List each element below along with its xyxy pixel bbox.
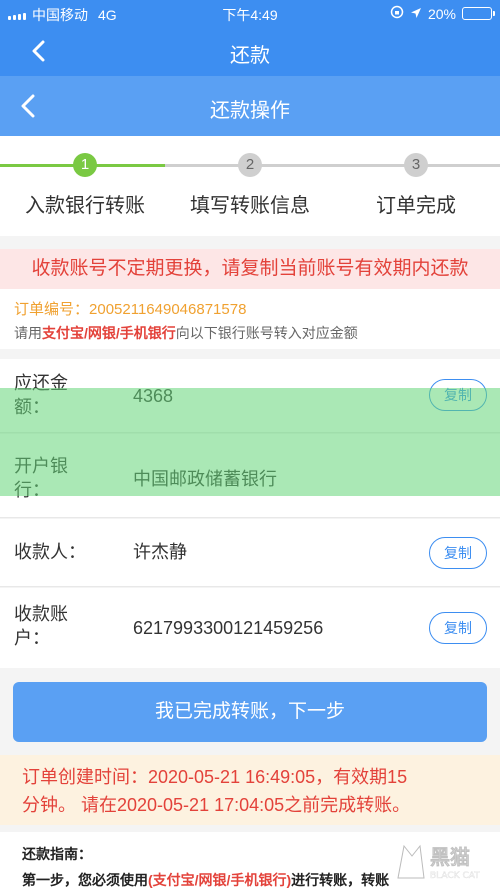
step-indicator: 1 入款银行转账 2 填写转账信息 3 订单完成 [0,136,500,236]
step-label: 入款银行转账 [25,195,145,217]
bank-value: 中国邮政储蓄银行 [133,469,277,489]
hint-suffix: 向以下银行账号转入对应金额 [175,325,358,341]
copy-payee-button[interactable]: 复制 [429,537,487,569]
order-number-label: 订单编号： [14,301,90,318]
account-value: 6217993300121459256 [133,618,324,638]
account-change-warning: 收款账号不定期更换，请复制当前账号有效期内还款 [0,249,500,289]
order-info: 订单编号：2005211649046871578 请用支付宝/网银/手机银行向以… [0,289,500,349]
lock-rotation-icon [390,5,404,22]
location-arrow-icon [410,6,422,22]
hint-prefix: 请用 [14,325,42,341]
guide-step-prefix: 第一步，您必须使用 [22,872,148,888]
account-row: 收款账户： 6217993300121459256 复制 [0,588,500,668]
page-title: 还款 [230,45,270,67]
step-3: 3 订单完成 [331,153,500,218]
order-number: 2005211649046871578 [89,301,247,318]
amount-row: 应还金额： 4368 复制 [0,359,500,433]
notice-line-2: 分钟。 请在2020-05-21 17:04:05之前完成转账。 [22,795,411,815]
step-number: 2 [238,153,262,177]
order-number-line: 订单编号：2005211649046871578 [14,298,486,319]
step-1: 1 入款银行转账 [0,153,170,218]
black-cat-logo: 黑猫 BLACK CAT [394,838,494,884]
transfer-hint: 请用支付宝/网银/手机银行向以下银行账号转入对应金额 [14,323,486,343]
battery-icon [462,7,495,20]
step-number: 3 [404,153,428,177]
copy-amount-button[interactable]: 复制 [429,379,487,411]
guide-step-suffix: 进行转账，转账 [291,872,390,888]
copy-account-button[interactable]: 复制 [429,612,487,644]
account-label: 收款账户： [14,604,68,648]
sub-nav-bar: 还款操作 [0,76,500,136]
order-time-notice: 订单创建时间：2020-05-21 16:49:05，有效期15 分钟。 请在2… [0,755,500,825]
step-2: 2 填写转账信息 [165,153,335,218]
amount-value: 4368 [133,386,174,406]
step-number: 1 [73,153,97,177]
sub-page-title: 还款操作 [210,100,290,122]
step-label: 订单完成 [376,195,456,217]
hint-methods: 支付宝/网银/手机银行 [42,325,176,341]
guide-step-methods: (支付宝/网银/手机银行) [148,872,292,888]
step-label: 填写转账信息 [190,195,310,217]
svg-text:黑猫: 黑猫 [430,845,470,869]
payee-row: 收款人： 许杰静 复制 [0,519,500,587]
status-bar: 中国移动 4G 下午4:49 20% [0,0,500,26]
bank-row: 开户银行： 中国邮政储蓄银行 [0,434,500,518]
status-right: 20% [390,5,495,22]
top-nav-bar: 还款 [0,26,500,76]
svg-text:BLACK CAT: BLACK CAT [430,871,480,881]
amount-label: 应还金额： [14,373,68,417]
payee-label: 收款人： [14,542,86,562]
bank-label: 开户银行： [14,456,68,500]
payee-value: 许杰静 [133,542,187,562]
battery-percent: 20% [427,5,456,22]
notice-line-1: 订单创建时间：2020-05-21 16:49:05，有效期15 [22,767,408,787]
confirm-transfer-button[interactable]: 我已完成转账，下一步 [13,682,487,742]
